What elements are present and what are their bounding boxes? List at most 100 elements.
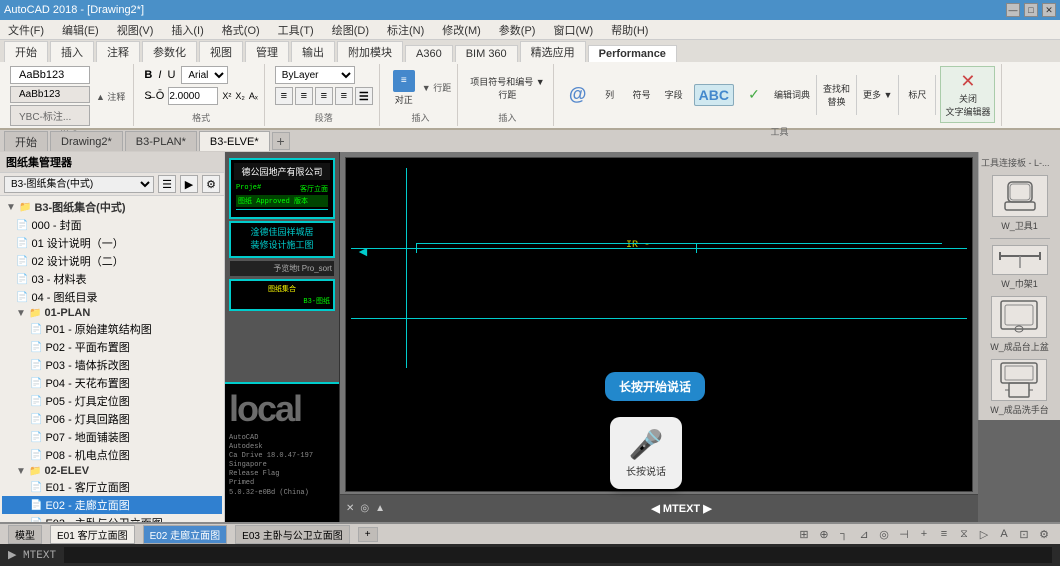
doc-tab-b3plan[interactable]: B3-PLAN* — [125, 131, 197, 151]
command-input[interactable] — [64, 547, 1052, 563]
drawing-area[interactable]: 德公园地产有限公司 Proje#客厅立面 图纸 Approved 版本 淦德佳园… — [225, 152, 1060, 522]
clear-format-btn[interactable]: Aₓ — [249, 91, 258, 101]
font-select[interactable]: Arial — [181, 66, 228, 84]
sm-icon-1[interactable]: ☰ — [158, 175, 176, 193]
menu-param[interactable]: 参数(P) — [495, 22, 540, 38]
tree-item-p08[interactable]: 📄 P08 - 机电点位图 — [2, 446, 222, 464]
align-justify-btn[interactable]: ≡ — [335, 87, 353, 105]
tree-item-p02[interactable]: 📄 P02 - 平面布置图 — [2, 338, 222, 356]
close-btn[interactable]: ✕ — [1042, 3, 1056, 17]
align-left-btn[interactable]: ≡ — [275, 87, 293, 105]
tab-addon[interactable]: 附加模块 — [337, 41, 403, 62]
layout-tab-model[interactable]: 模型 — [8, 525, 42, 544]
sm-icon-3[interactable]: ⚙ — [202, 175, 220, 193]
close-editor-btn[interactable]: ✕ 关闭文字编辑器 — [940, 66, 995, 123]
tab-featured[interactable]: 精选应用 — [520, 41, 586, 62]
tree-item-e01[interactable]: 📄 E01 - 客厅立面图 — [2, 478, 222, 496]
tab-view[interactable]: 视图 — [199, 41, 243, 62]
grid-icon[interactable]: ⊞ — [796, 526, 812, 542]
check-btn[interactable]: ✓ — [740, 84, 768, 105]
tool-toilet-icon[interactable] — [992, 175, 1048, 217]
tree-item-04index[interactable]: 📄 04 - 图纸目录 — [2, 288, 222, 306]
ortho-icon[interactable]: ┐ — [836, 526, 852, 542]
menu-format[interactable]: 格式(O) — [218, 22, 264, 38]
polar-icon[interactable]: ⊿ — [856, 526, 872, 542]
tree-item-p06[interactable]: 📄 P06 - 灯具回路图 — [2, 410, 222, 428]
abc-icon-btn[interactable]: ABC — [692, 82, 736, 108]
snap-icon[interactable]: ⊕ — [816, 526, 832, 542]
tree-item-02des2[interactable]: 📄 02 设计说明（二） — [2, 252, 222, 270]
tree-item-p05[interactable]: 📄 P05 - 灯具定位图 — [2, 392, 222, 410]
otrack-icon[interactable]: ⊣ — [896, 526, 912, 542]
menu-window[interactable]: 窗口(W) — [549, 22, 597, 38]
edit-dict-btn[interactable]: 编辑词典 — [772, 86, 812, 103]
strikethrough-btn[interactable]: S̶ — [144, 90, 151, 102]
tree-group-plan[interactable]: ▼ 📁 01-PLAN — [2, 306, 222, 320]
menu-tools[interactable]: 工具(T) — [274, 22, 318, 38]
sel-icon[interactable]: ▷ — [976, 526, 992, 542]
tab-annotate[interactable]: 注释 — [96, 41, 140, 62]
canvas-icon-1[interactable]: ✕ — [346, 503, 354, 514]
search-replace-btn[interactable]: 查找和替换 — [821, 80, 852, 110]
overline-btn[interactable]: Ō — [156, 90, 165, 102]
menu-view[interactable]: 视图(V) — [113, 22, 158, 38]
tab-output[interactable]: 输出 — [291, 41, 335, 62]
at-btn[interactable]: @ — [564, 82, 592, 107]
voice-button[interactable]: 🎤 长按说话 — [610, 417, 682, 489]
doc-tab-drawing2[interactable]: Drawing2* — [50, 131, 123, 151]
underline-btn[interactable]: U — [167, 69, 175, 81]
list-btn[interactable]: ☰ — [355, 87, 373, 105]
italic-btn[interactable]: I — [158, 69, 161, 81]
tree-item-p03[interactable]: 📄 P03 - 墙体拆改图 — [2, 356, 222, 374]
tree-root[interactable]: ▼ 📁 B3-图纸集合(中式) — [2, 198, 222, 216]
sm-icon-2[interactable]: ▶ — [180, 175, 198, 193]
menu-edit[interactable]: 编辑(E) — [58, 22, 103, 38]
project-field-btn[interactable]: 项目符号和编号 ▼行距 — [468, 73, 546, 103]
menu-help[interactable]: 帮助(H) — [607, 22, 652, 38]
osnap-icon[interactable]: ◎ — [876, 526, 892, 542]
settings-icon[interactable]: ⚙ — [1036, 526, 1052, 542]
doc-tab-b3elve[interactable]: B3-ELVE* — [199, 131, 270, 151]
tab-manage[interactable]: 管理 — [245, 41, 289, 62]
column-btn[interactable]: 列 — [596, 86, 624, 103]
layout-tab-e02[interactable]: E02 走廊立面图 — [143, 525, 228, 544]
tree-item-p07[interactable]: 📄 P07 - 地面铺装图 — [2, 428, 222, 446]
style-preview-3[interactable]: YBC-标注... — [10, 105, 90, 126]
layout-tab-e01[interactable]: E01 客厅立面图 — [50, 525, 135, 544]
view-icon[interactable]: ⊡ — [1016, 526, 1032, 542]
new-tab-btn[interactable]: + — [272, 132, 290, 150]
tree-item-000[interactable]: 📄 000 - 封面 — [2, 216, 222, 234]
tran-icon[interactable]: ⧖ — [956, 526, 972, 542]
options-btn[interactable]: 标尺 — [903, 86, 931, 103]
canvas-icon-2[interactable]: ◎ — [360, 503, 369, 514]
maximize-btn[interactable]: □ — [1024, 3, 1038, 17]
layout-tab-e03[interactable]: E03 主卧与公卫立面图 — [235, 525, 350, 544]
tree-item-01des1[interactable]: 📄 01 设计说明（一） — [2, 234, 222, 252]
superscript-btn[interactable]: X² — [222, 91, 231, 101]
bold-btn[interactable]: B — [144, 69, 152, 81]
tree-item-e02[interactable]: 📄 E02 - 走廊立面图 — [2, 496, 222, 514]
tree-item-e03[interactable]: 📄 E03 - 主卧与公卫立面图 — [2, 514, 222, 522]
menu-insert[interactable]: 插入(I) — [167, 22, 207, 38]
tab-insert[interactable]: 插入 — [50, 41, 94, 62]
menu-dim[interactable]: 标注(N) — [383, 22, 428, 38]
doc-tab-start[interactable]: 开始 — [4, 131, 48, 151]
subscript-btn[interactable]: X₂ — [235, 91, 245, 101]
annotation-btn[interactable]: ▲ 注释 — [94, 88, 127, 105]
tab-param[interactable]: 参数化 — [142, 41, 197, 62]
field-btn[interactable]: 字段 — [660, 86, 688, 103]
tab-performance[interactable]: Performance — [588, 45, 677, 62]
tab-bim360[interactable]: BIM 360 — [455, 45, 518, 62]
tool-sinktop-icon[interactable] — [991, 296, 1047, 338]
tab-a360[interactable]: A360 — [405, 45, 453, 62]
tree-item-03mat[interactable]: 📄 03 - 材料表 — [2, 270, 222, 288]
tree-item-p04[interactable]: 📄 P04 - 天花布置图 — [2, 374, 222, 392]
menu-file[interactable]: 文件(F) — [4, 22, 48, 38]
align-icon-btn[interactable]: ≡ 对正 — [390, 68, 418, 108]
dynin-icon[interactable]: + — [916, 526, 932, 542]
canvas-icon-3[interactable]: ▲ — [375, 503, 385, 514]
minimize-btn[interactable]: — — [1006, 3, 1020, 17]
tool-sinkstand-icon[interactable] — [991, 359, 1047, 401]
menu-modify[interactable]: 修改(M) — [438, 22, 485, 38]
symbol-btn[interactable]: 符号 — [628, 86, 656, 103]
